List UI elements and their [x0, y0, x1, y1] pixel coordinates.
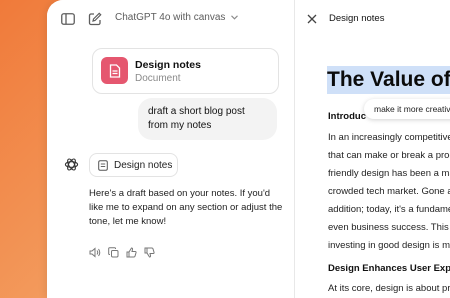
close-icon[interactable] — [305, 12, 319, 26]
model-selector[interactable]: ChatGPT 4o with canvas — [115, 12, 239, 24]
canvas-link-pill[interactable]: Design notes — [89, 153, 178, 177]
canvas-link-label: Design notes — [114, 159, 173, 171]
document-icon — [98, 159, 108, 171]
document-icon — [101, 57, 128, 84]
canvas-title: Design notes — [329, 13, 385, 24]
section-heading-intro: Introduc — [328, 111, 366, 122]
body-line: addition; today, it's a fundame — [328, 204, 450, 215]
message-actions — [89, 246, 155, 258]
document-card[interactable]: Design notes Document — [92, 48, 279, 94]
body-line: investing in good design is mo — [328, 240, 450, 251]
chat-panel: ChatGPT 4o with canvas Design notes Docu… — [47, 0, 294, 298]
body-line: crowded tech market. Gone a — [328, 186, 450, 197]
sidebar-toggle-icon[interactable] — [59, 10, 77, 28]
section-heading-ux: Design Enhances User Expe — [328, 263, 450, 274]
body-line: friendly design has been a ma — [328, 168, 450, 179]
body-line: that can make or break a prod — [328, 150, 450, 161]
app-window: ChatGPT 4o with canvas Design notes Docu… — [47, 0, 450, 298]
document-heading[interactable]: The Value of I — [327, 66, 450, 94]
suggestion-chip[interactable]: make it more creative — [364, 99, 450, 119]
thumbs-down-icon[interactable] — [143, 246, 155, 258]
new-chat-icon[interactable] — [86, 10, 104, 28]
section-body-ux: At its core, design is about pro — [328, 283, 450, 294]
body-line: even business success. This b — [328, 222, 450, 233]
thumbs-up-icon[interactable] — [125, 246, 137, 258]
body-line: In an increasingly competitive — [328, 132, 450, 143]
canvas-panel: Design notes The Value of I Introduc mak… — [294, 0, 450, 298]
chatgpt-logo-icon — [63, 156, 79, 172]
section-body-intro: In an increasingly competitive that can … — [328, 129, 450, 255]
user-message: draft a short blog post from my notes — [138, 98, 277, 140]
document-type: Document — [135, 73, 181, 84]
assistant-message: Here's a draft based on your notes. If y… — [89, 188, 283, 227]
document-title: Design notes — [135, 59, 201, 71]
speaker-icon[interactable] — [89, 246, 101, 258]
chevron-down-icon — [231, 12, 239, 23]
model-label: ChatGPT 4o with canvas — [115, 12, 226, 24]
copy-icon[interactable] — [107, 246, 119, 258]
chat-topbar: ChatGPT 4o with canvas — [47, 0, 294, 38]
